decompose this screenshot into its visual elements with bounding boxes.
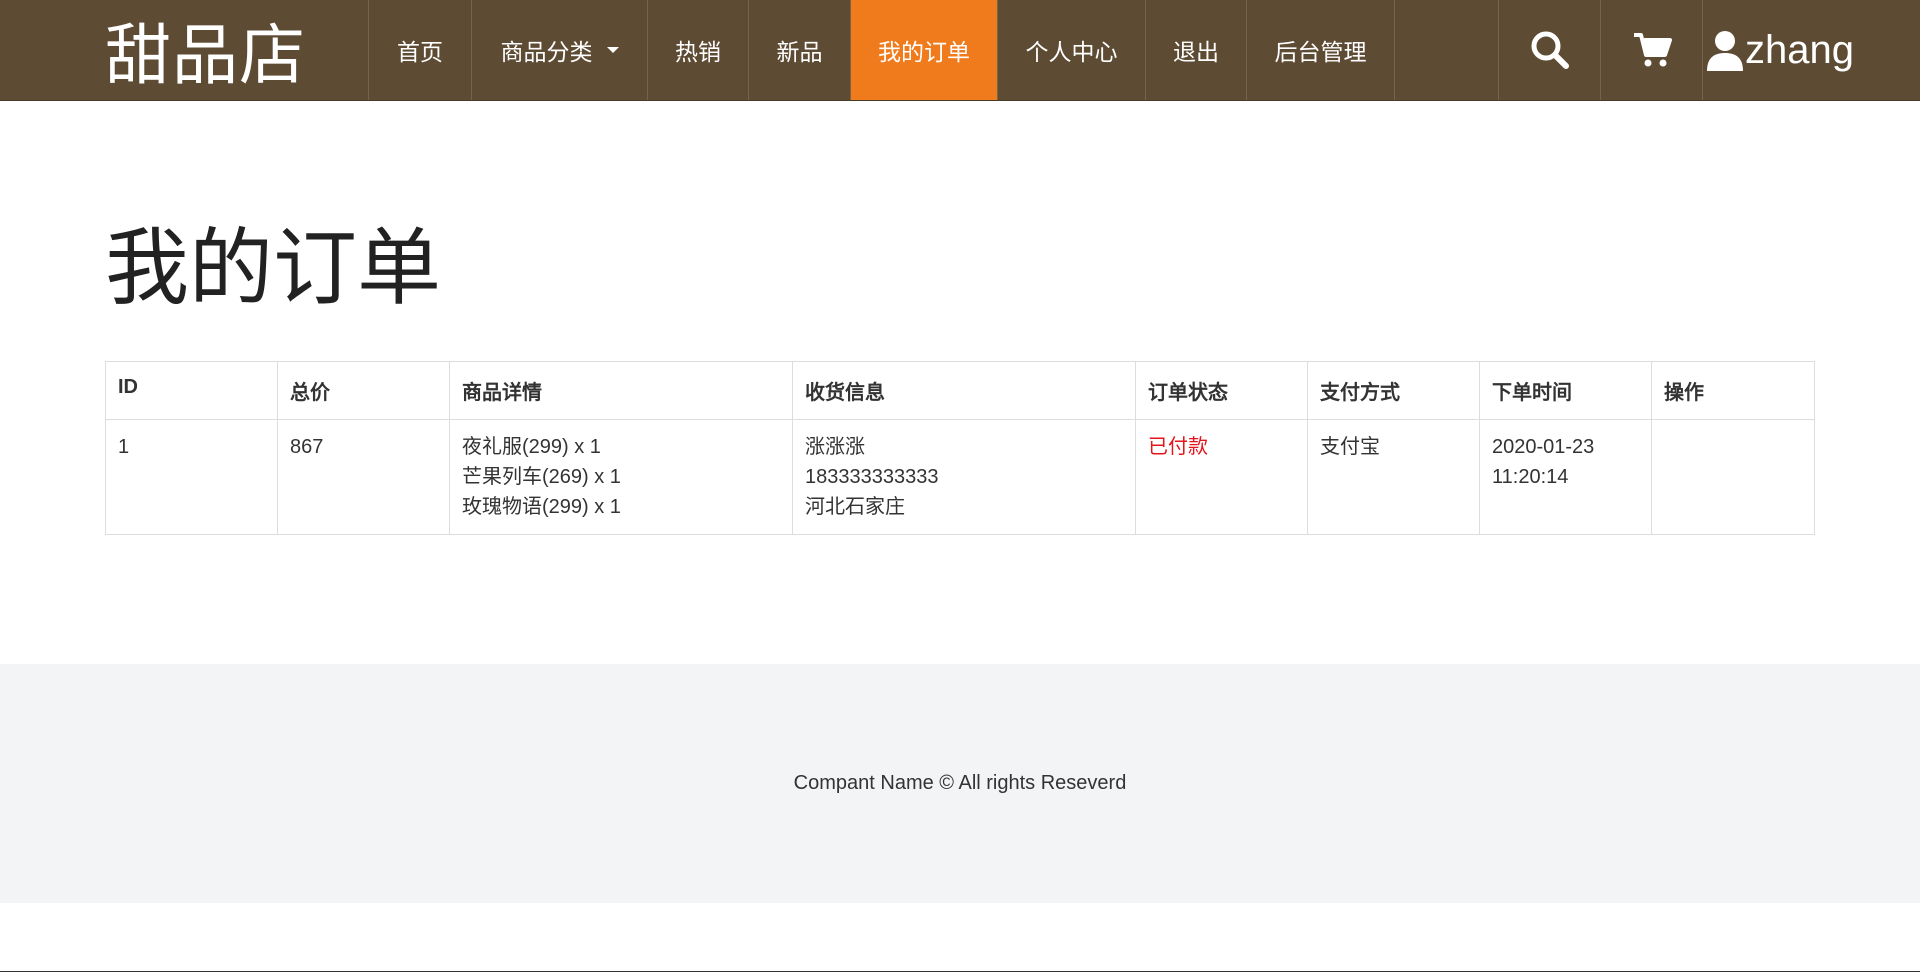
footer: Compant Name © All rights Reseverd — [0, 664, 1920, 903]
col-header-shipping: 收货信息 — [792, 361, 1136, 420]
nav-item-label: 首页 — [397, 39, 443, 65]
cell-shipping: 涨涨涨 183333333333 河北石家庄 — [792, 419, 1136, 535]
nav-item-label: 热销 — [675, 39, 721, 65]
col-header-action: 操作 — [1651, 361, 1815, 420]
cart-button[interactable] — [1600, 0, 1702, 100]
nav-item-new[interactable]: 新品 — [749, 0, 851, 100]
search-button[interactable] — [1498, 0, 1600, 100]
user-icon — [1707, 31, 1744, 71]
cell-id: 1 — [105, 419, 278, 535]
nav-item-label: 个人中心 — [1025, 39, 1118, 65]
cell-total: 867 — [277, 419, 450, 535]
main-nav: 首页 商品分类 热销 新品 我的订单 个人中心 退出 后台管理 — [368, 0, 1395, 100]
cell-action — [1651, 419, 1815, 535]
user-menu[interactable]: zhang — [1702, 0, 1862, 100]
caret-down-icon — [606, 47, 619, 53]
nav-item-label: 新品 — [776, 39, 823, 65]
page-bottom-divider — [0, 971, 1920, 972]
nav-item-label: 退出 — [1173, 39, 1219, 65]
cell-status: 已付款 — [1135, 419, 1308, 535]
order-item: 芒果列车(269) x 1 — [462, 466, 621, 488]
nav-item-label: 后台管理 — [1274, 39, 1367, 65]
page-title: 我的订单 — [105, 219, 442, 317]
order-item: 玫瑰物语(299) x 1 — [462, 496, 621, 518]
col-header-total: 总价 — [277, 361, 450, 420]
main-content: 我的订单 ID 总价 商品详情 收货信息 订单状态 支付方式 下单时间 操作 1… — [0, 101, 1920, 535]
username: zhang — [1745, 27, 1854, 72]
table-header-row: ID 总价 商品详情 收货信息 订单状态 支付方式 下单时间 操作 — [105, 361, 1815, 420]
recipient-name: 涨涨涨 — [805, 436, 865, 458]
cart-icon — [1633, 33, 1672, 67]
col-header-time: 下单时间 — [1479, 361, 1652, 420]
nav-item-admin[interactable]: 后台管理 — [1247, 0, 1395, 100]
nav-item-label: 我的订单 — [878, 39, 970, 65]
order-date: 2020-01-23 — [1492, 436, 1595, 458]
order-item: 夜礼服(299) x 1 — [462, 436, 601, 458]
footer-copyright: Compant Name © All rights Reseverd — [793, 772, 1127, 794]
col-header-payment: 支付方式 — [1307, 361, 1480, 420]
nav-item-hot[interactable]: 热销 — [648, 0, 749, 100]
nav-item-home[interactable]: 首页 — [369, 0, 472, 100]
orders-table: ID 总价 商品详情 收货信息 订单状态 支付方式 下单时间 操作 1 867 … — [105, 361, 1815, 535]
order-clock: 11:20:14 — [1492, 466, 1569, 488]
cell-payment: 支付宝 — [1307, 419, 1480, 535]
recipient-phone: 183333333333 — [805, 466, 939, 488]
search-icon — [1531, 31, 1569, 69]
nav-item-my-orders[interactable]: 我的订单 — [851, 0, 998, 100]
nav-item-profile[interactable]: 个人中心 — [998, 0, 1146, 100]
col-header-status: 订单状态 — [1135, 361, 1308, 420]
col-header-items: 商品详情 — [449, 361, 793, 420]
cell-items: 夜礼服(299) x 1 芒果列车(269) x 1 玫瑰物语(299) x 1 — [449, 419, 793, 535]
brand-logo[interactable]: 甜品店 — [105, 0, 306, 100]
top-navbar: 甜品店 首页 商品分类 热销 新品 我的订单 个人中心 退出 后台管理 zhan… — [0, 0, 1920, 101]
nav-item-label: 商品分类 — [500, 39, 593, 65]
recipient-address: 河北石家庄 — [805, 496, 905, 518]
table-row: 1 867 夜礼服(299) x 1 芒果列车(269) x 1 玫瑰物语(29… — [105, 419, 1815, 535]
nav-item-logout[interactable]: 退出 — [1146, 0, 1247, 100]
cell-time: 2020-01-23 11:20:14 — [1479, 419, 1652, 535]
nav-item-categories[interactable]: 商品分类 — [472, 0, 648, 100]
nav-actions: zhang — [1498, 0, 1862, 100]
col-header-id: ID — [105, 361, 278, 420]
